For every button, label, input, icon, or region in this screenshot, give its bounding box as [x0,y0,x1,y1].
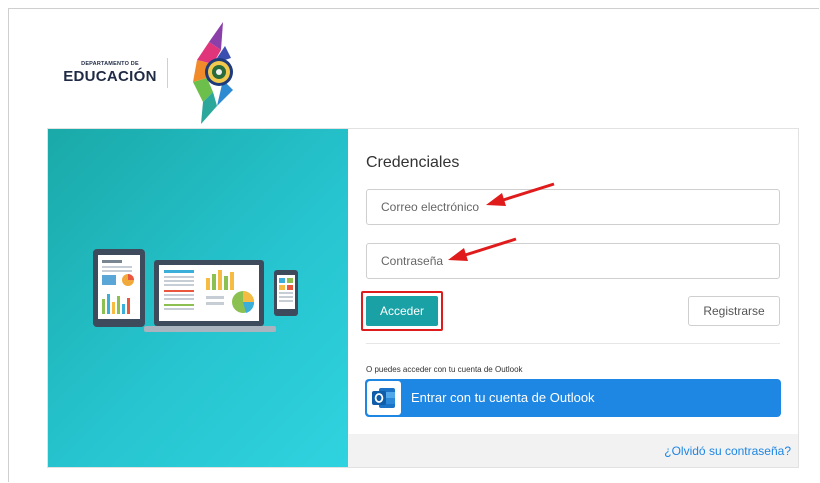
department-logo: DEPARTAMENTO DE EDUCACIÓN [55,20,255,125]
form-footer: ¿Olvidó su contraseña? [348,434,798,467]
outlook-note: O puedes acceder con tu cuenta de Outloo… [366,365,523,374]
government-emblem-icon [193,22,233,124]
logo-divider [167,58,168,88]
register-button[interactable]: Registrarse [688,296,780,326]
hero-panel [48,129,348,467]
logo-department-text: DEPARTAMENTO DE [81,61,139,67]
password-input[interactable] [366,243,780,279]
login-form: Credenciales Acceder Registrarse O puede… [348,129,798,467]
login-button[interactable]: Acceder [366,296,438,326]
divider [366,343,780,344]
outlook-icon [367,381,401,415]
login-card: Credenciales Acceder Registrarse O puede… [47,128,799,468]
outlook-button-label: Entrar con tu cuenta de Outlook [411,390,595,405]
outlook-login-button[interactable]: Entrar con tu cuenta de Outlook [365,379,781,417]
email-input[interactable] [366,189,780,225]
devices-illustration-icon [93,249,298,332]
form-title: Credenciales [366,154,460,171]
logo-education-text: EDUCACIÓN [63,68,157,85]
forgot-password-link[interactable]: ¿Olvidó su contraseña? [664,444,791,458]
